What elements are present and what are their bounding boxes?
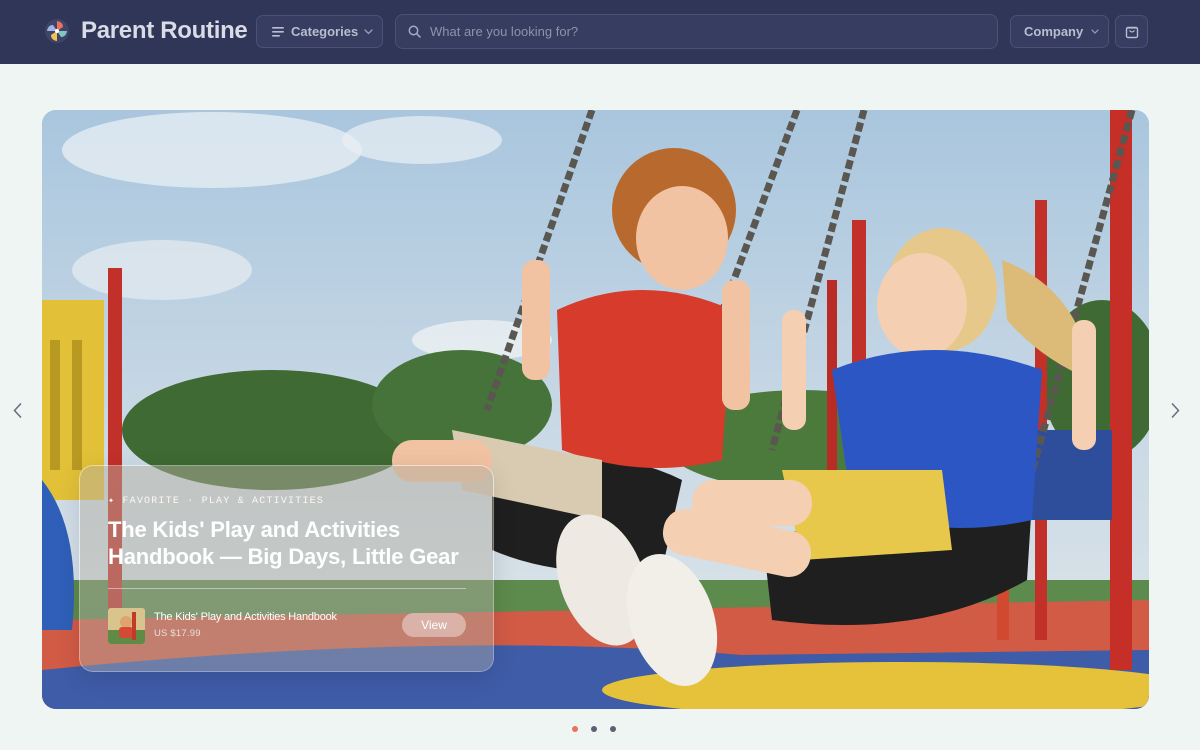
chevron-right-icon	[1171, 402, 1179, 418]
top-navigation-bar: Parent Routine Categories Company	[0, 0, 1200, 64]
chevron-down-icon	[1091, 29, 1099, 34]
logo-pinwheel-icon[interactable]	[44, 18, 70, 44]
featured-product-card: ✦ FAVORITE · PLAY & ACTIVITIES The Kids'…	[79, 465, 494, 672]
company-label: Company	[1024, 24, 1084, 39]
carousel-pagination	[572, 726, 616, 732]
product-price: US $17.99	[154, 628, 201, 639]
product-thumbnail[interactable]	[108, 608, 145, 644]
card-divider	[108, 588, 466, 589]
categories-button[interactable]: Categories	[256, 15, 383, 48]
carousel-dot-3[interactable]	[610, 726, 616, 732]
hero-slide[interactable]: ✦ FAVORITE · PLAY & ACTIVITIES The Kids'…	[42, 110, 1149, 709]
carousel-next-button[interactable]	[1165, 399, 1185, 421]
search-input[interactable]	[430, 24, 950, 39]
categories-label: Categories	[291, 24, 359, 39]
carousel-dot-1[interactable]	[572, 726, 578, 732]
search-bar[interactable]	[395, 14, 998, 49]
company-menu-button[interactable]: Company	[1010, 15, 1109, 48]
chevron-left-icon	[13, 402, 21, 418]
cart-button[interactable]	[1115, 15, 1148, 48]
brand-name[interactable]: Parent Routine	[81, 15, 248, 47]
carousel-prev-button[interactable]	[7, 399, 27, 421]
product-title[interactable]: The Kids' Play and Activities Handbook	[154, 611, 337, 623]
menu-lines-icon	[272, 26, 284, 37]
view-product-button[interactable]: View	[402, 613, 466, 637]
hero-title: The Kids' Play and Activities Handbook —…	[108, 517, 459, 569]
product-cover-image	[108, 608, 145, 644]
search-icon	[408, 25, 421, 38]
card-eyebrow-label: ✦ FAVORITE · PLAY & ACTIVITIES	[108, 496, 325, 507]
carousel-dot-2[interactable]	[591, 726, 597, 732]
chevron-down-icon	[364, 28, 373, 34]
shopping-bag-icon	[1125, 26, 1138, 39]
